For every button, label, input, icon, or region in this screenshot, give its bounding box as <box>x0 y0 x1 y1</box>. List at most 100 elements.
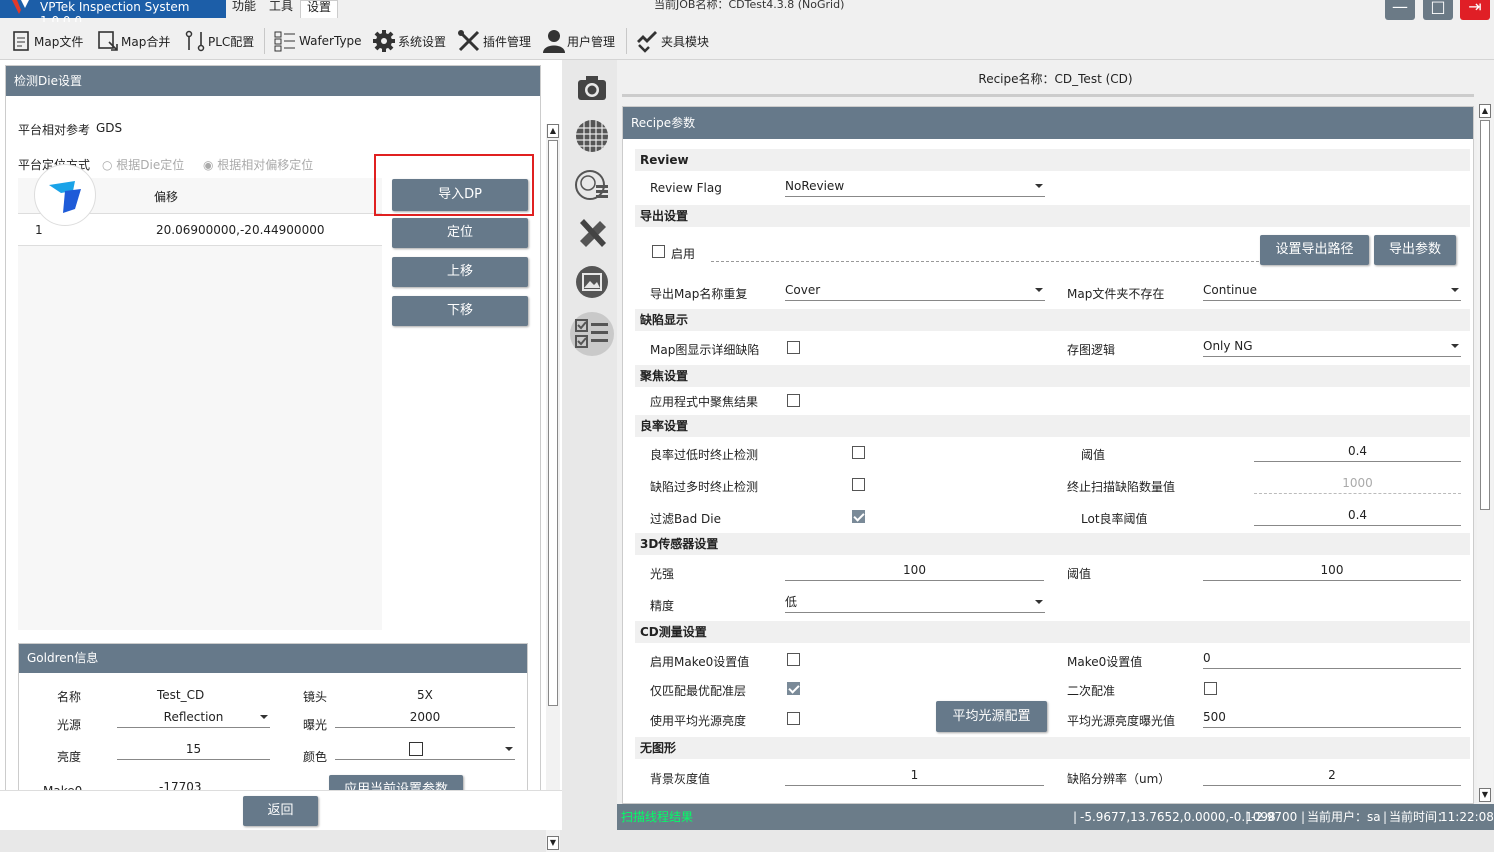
section-no-figure: 无图形 <box>635 737 1470 759</box>
second-registration-label: 二次配准 <box>1067 684 1116 698</box>
menu-function[interactable]: 功能 <box>226 0 262 18</box>
lot-yield-field[interactable]: 0.4 <box>1254 506 1461 526</box>
light-strength-field[interactable]: 100 <box>785 561 1044 581</box>
toolbar-plugin-management[interactable]: 插件管理 <box>457 28 531 54</box>
move-down-button[interactable]: 下移 <box>392 296 528 326</box>
golden-exposure-field[interactable]: 2000 <box>335 708 515 728</box>
image-button[interactable] <box>574 264 610 300</box>
color-swatch <box>409 742 423 756</box>
golden-brightness-field[interactable]: 15 <box>117 740 270 760</box>
golden-light-value: Reflection <box>163 710 224 724</box>
precision-label: 精度 <box>650 599 675 613</box>
stop-scan-count-field[interactable]: 1000 <box>1254 474 1461 494</box>
menu-tools[interactable]: 工具 <box>263 0 299 18</box>
radio-offset-locate[interactable]: ◉ 根据相对偏移定位 <box>203 156 313 173</box>
assistant-logo-icon <box>49 181 81 213</box>
map-show-defect-checkbox[interactable] <box>787 341 800 354</box>
toolbar-plc[interactable]: PLC配置 <box>184 28 254 54</box>
best-layer-checkbox[interactable] <box>787 682 800 695</box>
map-duplicate-select[interactable]: Cover <box>785 281 1045 301</box>
filter-bad-die-checkbox[interactable] <box>852 510 865 523</box>
radio-die-locate-label: 根据Die定位 <box>116 158 185 172</box>
scroll-down-arrow-icon[interactable]: ▼ <box>1479 788 1491 802</box>
export-path-field[interactable] <box>711 261 1259 262</box>
scroll-up-arrow-icon[interactable]: ▲ <box>1479 104 1491 118</box>
lot-yield-label: Lot良率阈值 <box>1081 512 1148 526</box>
back-button[interactable]: 返回 <box>243 796 318 826</box>
minimize-button[interactable]: — <box>1385 0 1415 20</box>
precision-select[interactable]: 低 <box>785 593 1045 613</box>
scroll-down-arrow-icon[interactable]: ▼ <box>547 836 559 850</box>
gear-icon <box>373 30 395 52</box>
toolbar-map-merge[interactable]: Map合并 <box>97 28 170 54</box>
apply-focus-label: 应用程式中聚焦结果 <box>650 395 759 409</box>
bg-gray-field[interactable]: 1 <box>785 766 1044 786</box>
avg-light-checkbox[interactable] <box>787 712 800 725</box>
toolbar-label: 系统设置 <box>398 34 447 49</box>
defect-stop-checkbox[interactable] <box>852 478 865 491</box>
wafer-list-button[interactable] <box>574 167 610 203</box>
wafer-map-button[interactable] <box>574 118 610 154</box>
recipe-scrollbar[interactable]: ▲ ▼ <box>1477 104 1493 804</box>
row-offset: 20.06900000,-20.44900000 <box>156 223 325 237</box>
export-enable-checkbox[interactable] <box>652 245 665 258</box>
golden-exposure-label: 曝光 <box>303 718 328 732</box>
chevron-down-icon <box>1035 600 1043 604</box>
golden-brightness-label: 亮度 <box>57 750 82 764</box>
import-dp-button[interactable]: 导入DP <box>392 179 528 211</box>
toolbar-wafer-type[interactable]: WaferType <box>273 28 362 54</box>
enable-make0-checkbox[interactable] <box>787 653 800 666</box>
current-user-label: 当前用户： <box>1307 810 1368 824</box>
set-export-path-button[interactable]: 设置导出路径 <box>1260 235 1369 265</box>
radio-die-locate[interactable]: ○ 根据Die定位 <box>102 156 184 173</box>
measure-tool-button[interactable] <box>574 215 610 251</box>
export-params-button[interactable]: 导出参数 <box>1374 235 1456 265</box>
scroll-thumb[interactable] <box>1480 120 1490 510</box>
move-up-button[interactable]: 上移 <box>392 257 528 287</box>
sensor-threshold-field[interactable]: 100 <box>1203 561 1461 581</box>
title-bar: VPTek Inspection System 1.0.0.0 功能 工具 设置… <box>0 0 1494 28</box>
make0-set-field[interactable]: 0 <box>1203 649 1461 669</box>
checklist-button[interactable] <box>570 312 614 356</box>
save-logic-select[interactable]: Only NG <box>1203 337 1461 357</box>
avg-light-config-button[interactable]: 平均光源配置 <box>936 701 1047 732</box>
yield-stop-checkbox[interactable] <box>852 446 865 459</box>
golden-name-label: 名称 <box>57 690 82 704</box>
avg-exposure-field[interactable]: 500 <box>1203 708 1461 728</box>
map-duplicate-label: 导出Map名称重复 <box>650 287 748 301</box>
locate-button[interactable]: 定位 <box>392 218 528 248</box>
left-scrollbar[interactable]: ▲ ▼ <box>546 124 560 852</box>
map-folder-missing-select[interactable]: Continue <box>1203 281 1461 301</box>
floating-assistant[interactable] <box>34 164 96 226</box>
toolbar-map-file[interactable]: Map文件 <box>10 28 83 54</box>
toolbar-fixture-module[interactable]: 夹具模块 <box>635 28 709 54</box>
golden-light-select[interactable]: Reflection <box>117 708 270 728</box>
status-bar: 扫描线程结果 | -5.9677,13.7652,0.0000,-0.1098 … <box>617 804 1494 830</box>
defect-resolution-field[interactable]: 2 <box>1203 766 1461 786</box>
scroll-up-arrow-icon[interactable]: ▲ <box>547 124 559 138</box>
review-flag-select[interactable]: NoReview <box>785 177 1045 197</box>
checklist-icon <box>575 319 608 348</box>
wafer-list-icon <box>575 170 608 200</box>
camera-button[interactable] <box>574 70 610 106</box>
golden-lens-value: 5X <box>417 688 433 702</box>
app-logo-icon <box>12 0 29 14</box>
apply-focus-checkbox[interactable] <box>787 394 800 407</box>
plc-icon <box>185 30 205 52</box>
maximize-button[interactable]: □ <box>1423 0 1453 20</box>
second-registration-checkbox[interactable] <box>1204 682 1217 695</box>
app-title: VPTek Inspection System 1.0.0.0 <box>0 0 226 28</box>
menu-settings[interactable]: 设置 <box>300 0 339 18</box>
map-file-icon <box>13 31 29 51</box>
scroll-thumb[interactable] <box>548 140 558 706</box>
yield-threshold-field[interactable]: 0.4 <box>1254 442 1461 462</box>
enable-make0-label: 启用Make0设置值 <box>650 655 750 669</box>
toolbar-system-settings[interactable]: 系统设置 <box>372 28 446 54</box>
toolbar-label: 用户管理 <box>567 34 616 49</box>
defect-resolution-label: 缺陷分辨率（um） <box>1067 772 1171 786</box>
exit-button[interactable]: ⇥ <box>1460 0 1490 20</box>
golden-color-select[interactable] <box>335 740 515 760</box>
toolbar-user-management[interactable]: 用户管理 <box>543 28 615 54</box>
left-panel: 检测Die设置 平台相对参考 GDS 平台定位方式 ○ 根据Die定位 ◉ 根据… <box>0 60 562 852</box>
section-review: Review <box>635 149 1470 171</box>
